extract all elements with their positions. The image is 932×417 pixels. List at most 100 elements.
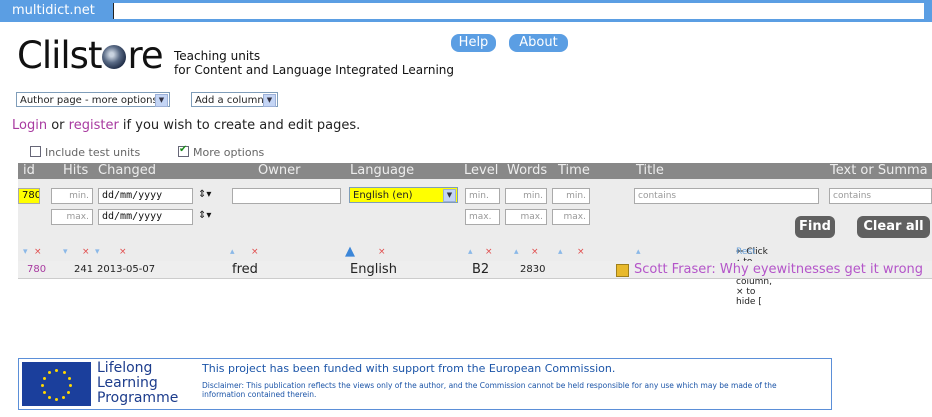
table-header: id Hits Changed Owner Language Level Wor… <box>18 163 932 179</box>
hide-column-icon[interactable]: × <box>251 247 259 257</box>
row-language: English <box>350 262 397 277</box>
eu-flag-icon <box>22 362 91 406</box>
help-button[interactable]: Help <box>451 34 496 52</box>
add-column-select[interactable]: Add a column ▼ <box>191 92 278 107</box>
hide-column-icon[interactable]: × <box>531 247 539 257</box>
clilstore-logo[interactable]: Clilst re <box>17 37 164 74</box>
chevron-down-icon: ▼ <box>443 189 456 202</box>
funding-statement: This project has been funded with suppor… <box>202 362 616 375</box>
hide-column-icon[interactable]: × <box>378 247 386 257</box>
login-or: or <box>47 118 69 133</box>
col-summary: Text or Summa <box>830 163 928 178</box>
row-words: 2830 <box>520 264 546 275</box>
hits-min-input[interactable]: min. <box>51 188 93 204</box>
tagline-line1: Teaching units <box>174 49 261 63</box>
llp-line3: Programme <box>97 390 179 406</box>
disclaimer: Disclaimer: This publication reflects th… <box>202 381 777 399</box>
col-language: Language <box>350 163 415 178</box>
sort-asc-icon[interactable]: ▴ <box>558 247 563 257</box>
col-id: id <box>23 163 35 178</box>
find-button[interactable]: Find <box>795 216 835 238</box>
row-title-link[interactable]: Scott Fraser: Why eyewitnesses get it wr… <box>634 261 923 278</box>
login-link[interactable]: Login <box>12 118 47 133</box>
clear-all-button[interactable]: Clear all <box>857 216 930 238</box>
more-options-label: More options <box>193 146 265 159</box>
login-rest: if you wish to create and edit pages. <box>118 118 361 133</box>
sort-desc-icon[interactable]: ▾ <box>23 247 28 257</box>
hide-column-icon[interactable]: × <box>577 247 585 257</box>
words-min-input[interactable]: min. <box>505 188 547 204</box>
sort-controls: ▾ × ▾ × ▾ × ▴ × ▲ × ▴ × ▴ × ▴ × ▴ ⇐ Clic… <box>18 244 932 307</box>
llp-line1: Lifelong <box>97 360 153 376</box>
include-test-label: Include test units <box>45 146 141 159</box>
hide-column-icon[interactable]: × <box>34 247 42 257</box>
col-title: Title <box>636 163 664 178</box>
level-max-input[interactable]: max. <box>465 209 500 225</box>
more-options-checkbox[interactable] <box>178 144 189 157</box>
changed-from-input[interactable]: dd/mm/yyyy <box>98 188 193 204</box>
time-max-input[interactable]: max. <box>552 209 590 225</box>
hits-max-input[interactable]: max. <box>51 209 93 225</box>
date-placeholder: dd/mm/yyyy <box>102 211 163 222</box>
col-level: Level <box>464 163 499 178</box>
date-spinner-icon[interactable]: ⇕▾ <box>198 189 211 200</box>
row-owner: fred <box>232 262 258 277</box>
sort-asc-active-icon[interactable]: ▲ <box>345 244 355 259</box>
col-words: Words <box>507 163 548 178</box>
language-filter-select[interactable]: English (en) ▼ <box>349 187 458 203</box>
row-changed: 2013-05-07 <box>97 264 156 275</box>
sort-asc-icon[interactable]: ▴ <box>636 247 641 257</box>
chevron-down-icon: ▼ <box>263 94 276 107</box>
changed-to-input[interactable]: dd/mm/yyyy <box>98 209 193 225</box>
row-id[interactable]: 780 <box>27 261 46 278</box>
globe-icon <box>102 45 127 69</box>
sort-desc-icon[interactable]: ▾ <box>63 247 68 257</box>
level-min-input[interactable]: min. <box>465 188 500 204</box>
llp-line2: Learning <box>97 375 158 391</box>
tagline: Teaching units for Content and Language … <box>174 49 454 77</box>
logo-text-left: Clilst <box>17 34 102 77</box>
llp-logo-text: Lifelong Learning Programme <box>97 361 178 406</box>
col-time: Time <box>558 163 590 178</box>
author-page-select-value: Author page - more options <box>20 95 158 106</box>
more-options-option[interactable]: More options <box>178 144 265 159</box>
row-level: B2 <box>472 262 490 277</box>
site-name[interactable]: multidict.net <box>8 3 99 19</box>
col-changed: Changed <box>98 163 157 178</box>
row-hits: 241 <box>74 264 94 275</box>
include-test-option[interactable]: Include test units <box>30 146 140 159</box>
chevron-down-icon: ▼ <box>155 94 168 107</box>
address-input[interactable] <box>114 3 924 19</box>
tagline-line2: for Content and Language Integrated Lear… <box>174 63 455 77</box>
words-max-input[interactable]: max. <box>505 209 547 225</box>
time-min-input[interactable]: min. <box>552 188 590 204</box>
author-page-select[interactable]: Author page - more options ▼ <box>16 92 170 107</box>
col-hits: Hits <box>63 163 89 178</box>
table-row[interactable]: 780 241 2013-05-07 fred English B2 2830 … <box>18 261 932 279</box>
col-owner: Owner <box>258 163 301 178</box>
summary-contains-input[interactable]: contains <box>829 188 932 204</box>
top-bar: multidict.net <box>0 0 932 22</box>
about-button[interactable]: About <box>509 34 568 52</box>
sort-asc-icon[interactable]: ▴ <box>514 247 519 257</box>
login-prompt: Login or register if you wish to create … <box>12 118 360 133</box>
title-contains-input[interactable]: contains <box>634 188 819 204</box>
eu-funding-footer: Lifelong Learning Programme This project… <box>18 358 832 410</box>
edit-icon[interactable] <box>616 264 629 277</box>
restore-link[interactable]: Rest <box>736 247 756 257</box>
sort-asc-icon[interactable]: ▴ <box>230 247 235 257</box>
sort-desc-icon[interactable]: ▾ <box>95 247 100 257</box>
add-column-select-value: Add a column <box>195 95 264 106</box>
include-test-checkbox[interactable] <box>30 146 41 157</box>
sort-asc-icon[interactable]: ▴ <box>468 247 473 257</box>
hide-column-icon[interactable]: × <box>485 247 493 257</box>
id-filter-input[interactable]: 780 <box>18 188 40 204</box>
logo-text-right: re <box>127 34 163 77</box>
date-spinner-icon[interactable]: ⇕▾ <box>198 210 211 221</box>
date-placeholder: dd/mm/yyyy <box>102 190 163 201</box>
language-select-value: English (en) <box>353 190 413 201</box>
owner-filter-input[interactable] <box>232 188 341 204</box>
hide-column-icon[interactable]: × <box>119 247 127 257</box>
register-link[interactable]: register <box>69 118 119 133</box>
hide-column-icon[interactable]: × <box>82 247 90 257</box>
